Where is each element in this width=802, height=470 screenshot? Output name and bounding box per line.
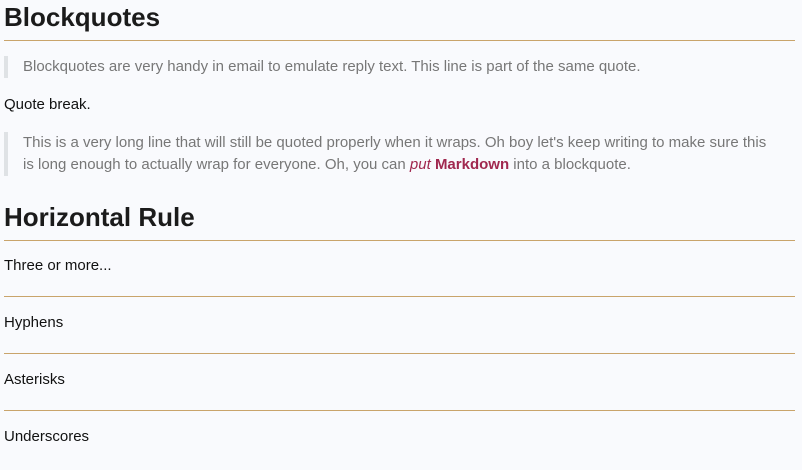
- horizontal-rule-1: [4, 296, 795, 297]
- blockquote-2-strong: Markdown: [434, 156, 510, 173]
- blockquote-2-text-after: into a blockquote.: [509, 156, 631, 173]
- horizontal-rule-2: [4, 353, 795, 354]
- blockquote-1-text: Blockquotes are very handy in email to e…: [23, 58, 641, 75]
- three-or-more-text: Three or more...: [4, 257, 112, 274]
- horizontal-rule-3: [4, 410, 795, 411]
- blockquote-2: This is a very long line that will still…: [4, 132, 795, 176]
- blockquote-1: Blockquotes are very handy in email to e…: [4, 56, 795, 78]
- blockquote-2-emphasis: put: [409, 156, 431, 173]
- underscores-text: Underscores: [4, 428, 90, 445]
- asterisks-text: Asterisks: [4, 371, 65, 388]
- markdown-document: Blockquotes Blockquotes are very handy i…: [0, 0, 802, 448]
- horizontal-rule-heading: Horizontal Rule: [4, 200, 795, 241]
- hyphens-text: Hyphens: [4, 314, 64, 331]
- blockquote-2-text-before: This is a very long line that will still…: [23, 134, 767, 173]
- blockquotes-heading: Blockquotes: [4, 0, 795, 41]
- quote-break-text: Quote break.: [4, 96, 91, 113]
